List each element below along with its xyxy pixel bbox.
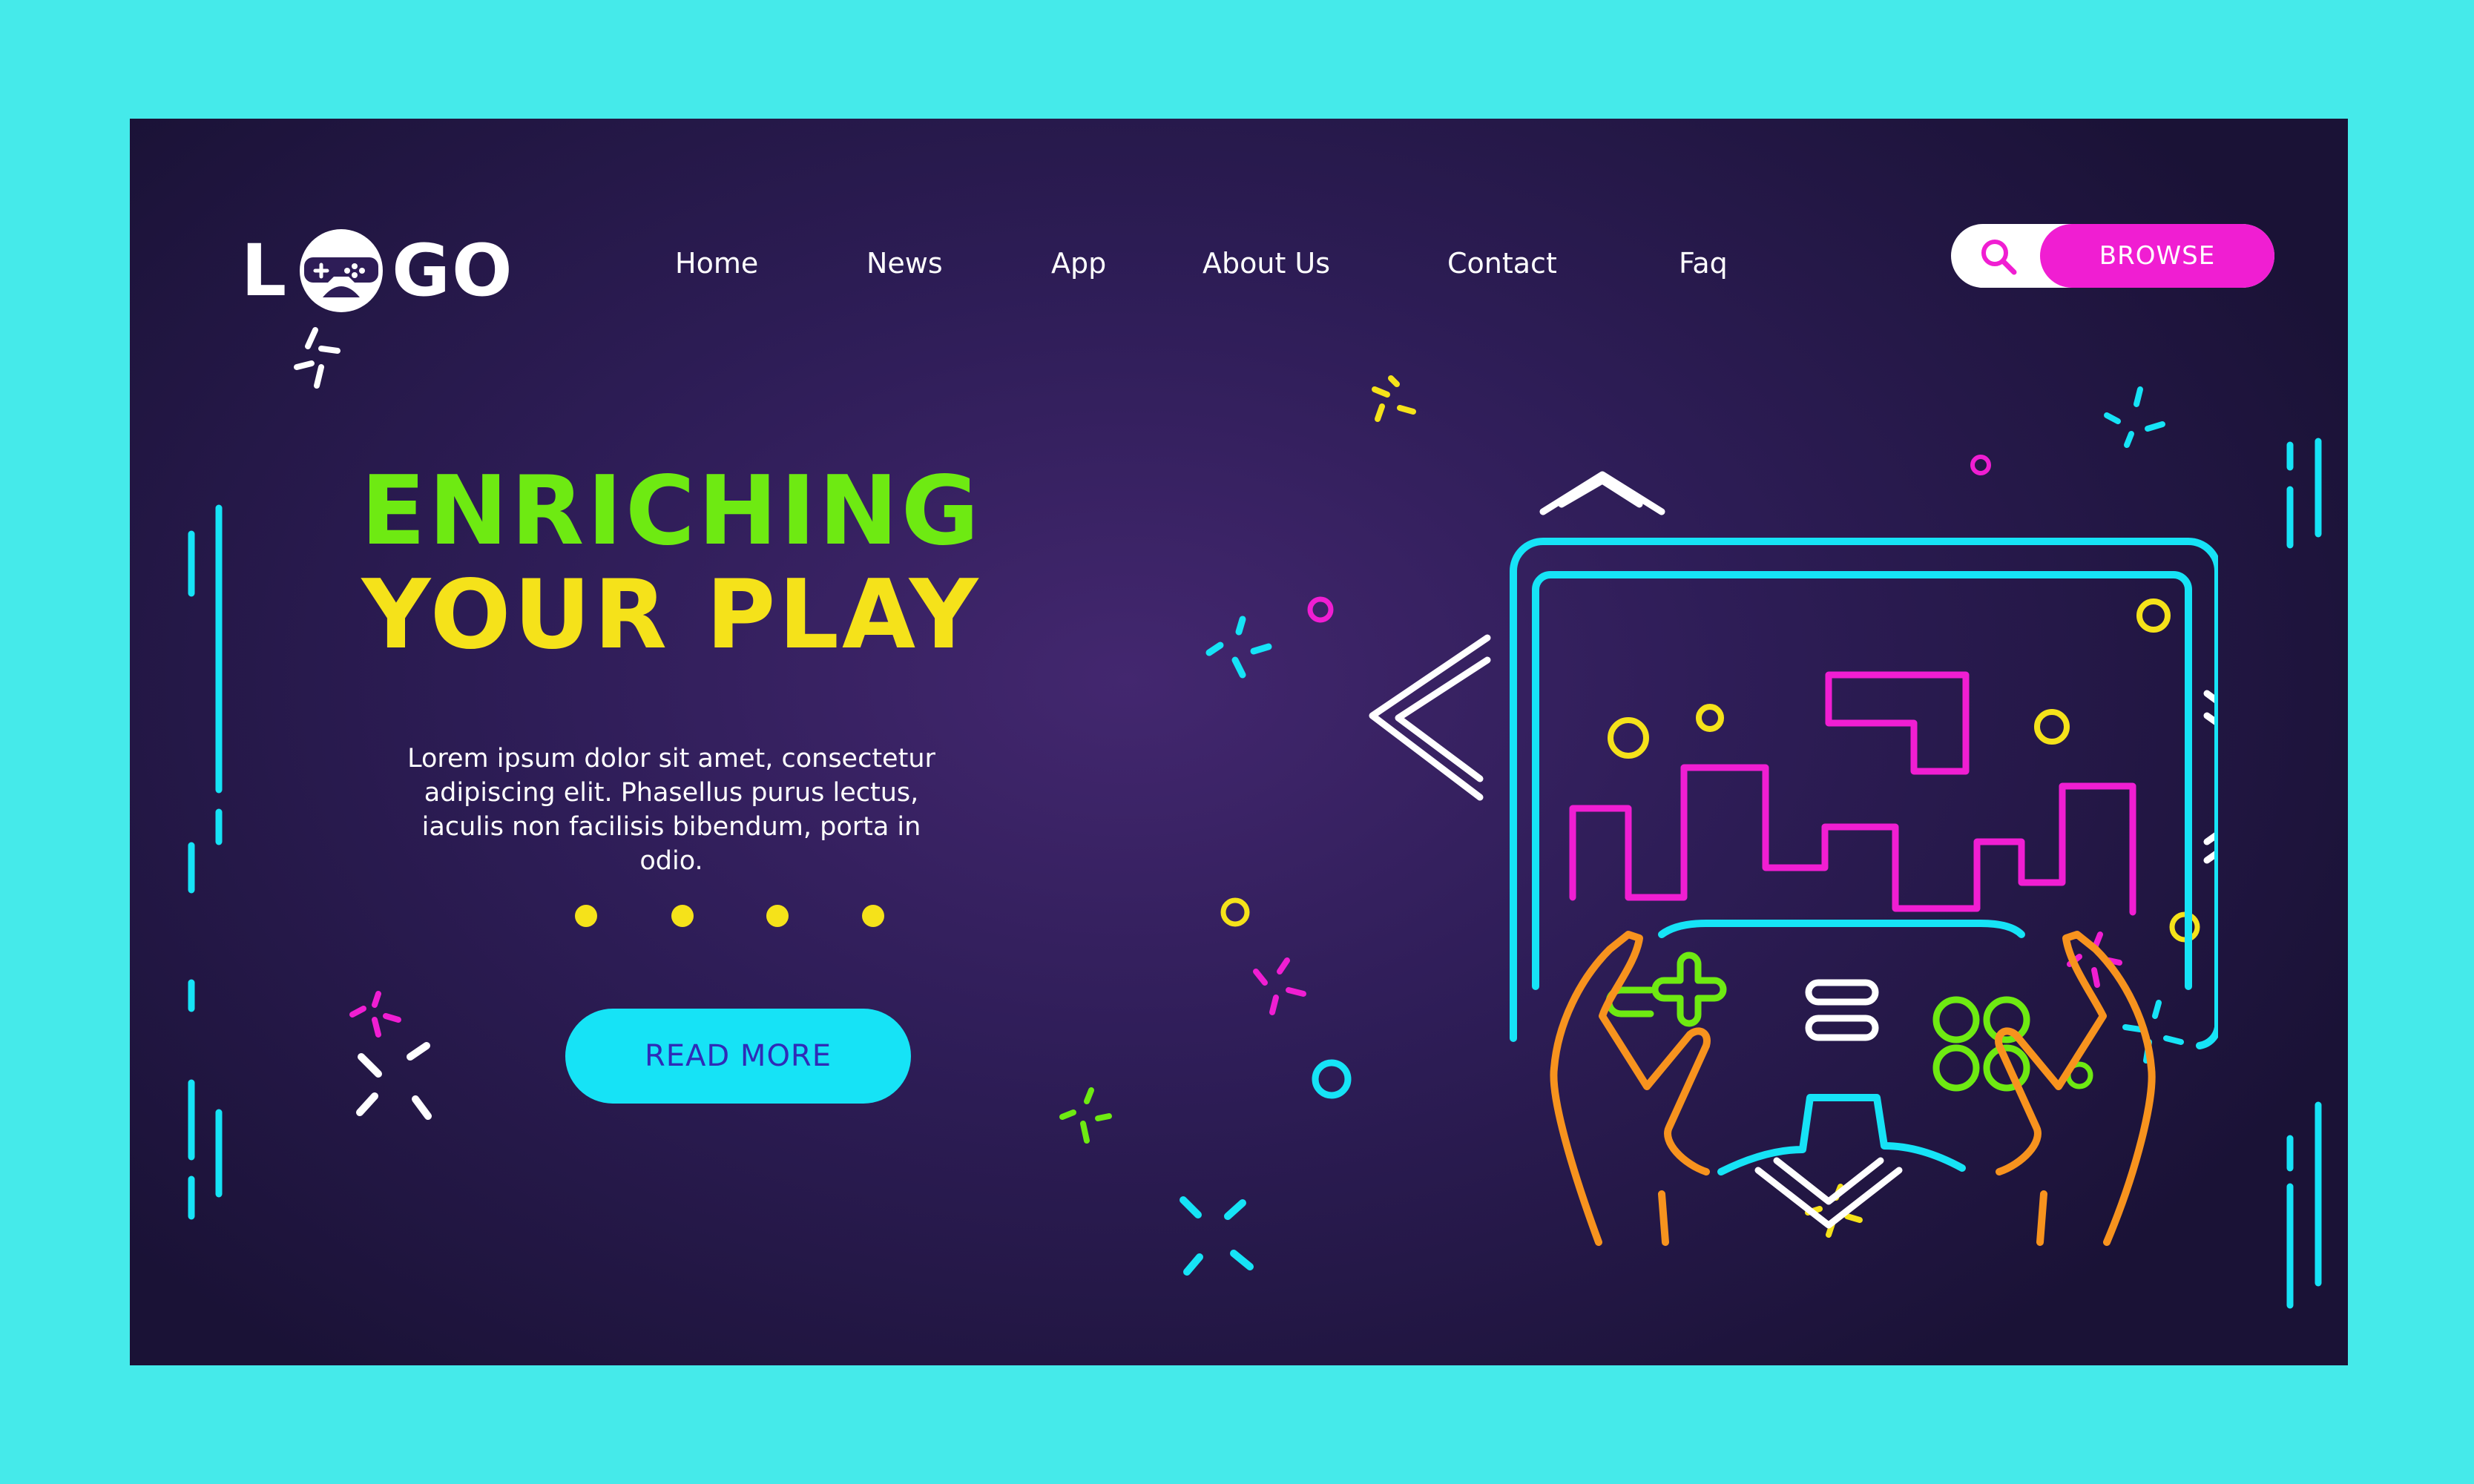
landing-page: L GO Home News App About Us Contact Faq … — [130, 119, 2348, 1365]
hero-title-line-1: ENRICHING — [361, 456, 982, 567]
logo[interactable]: L GO — [241, 222, 514, 319]
game-controller-tablet-illustration — [1369, 471, 2218, 1246]
sparkle-white-1 — [294, 327, 340, 389]
right-deco-lines — [2286, 438, 2322, 1309]
nav-about-us[interactable]: About Us — [1203, 237, 1330, 289]
sparkle-white-2 — [356, 1042, 432, 1120]
carousel-dots — [575, 905, 886, 934]
gamepad-logo-icon — [300, 229, 384, 312]
nav-contact[interactable]: Contact — [1447, 237, 1557, 289]
game-coins — [1608, 704, 2070, 759]
left-deco-lines — [188, 504, 223, 1220]
hero-title-line-2: YOUR PLAY — [361, 560, 981, 670]
nav-news[interactable]: News — [866, 237, 943, 289]
logo-text-right: GO — [392, 229, 514, 312]
nav-app[interactable]: App — [1051, 237, 1106, 289]
search-bar[interactable]: BROWSE — [1951, 224, 2274, 288]
chevron-down-icon — [1754, 1157, 1903, 1229]
carousel-dot[interactable] — [766, 905, 789, 927]
carousel-dot[interactable] — [575, 905, 597, 927]
nav-home[interactable]: Home — [675, 237, 758, 289]
chevron-left-icon — [1369, 634, 1491, 801]
carousel-dot[interactable] — [862, 905, 884, 927]
nav-faq[interactable]: Faq — [1679, 237, 1728, 289]
sparkle-magenta-1 — [349, 991, 401, 1038]
read-more-button[interactable]: READ MORE — [565, 1009, 911, 1104]
sparkle-yellow-1 — [1372, 375, 1416, 422]
sparkle-green-1 — [1059, 1087, 1112, 1144]
chevron-up-icon — [1539, 471, 1665, 515]
browse-button[interactable]: BROWSE — [2040, 224, 2274, 288]
carousel-dot[interactable] — [671, 905, 694, 927]
hero-description: Lorem ipsum dolor sit amet, consectetur … — [407, 744, 935, 876]
search-icon[interactable] — [1979, 237, 2018, 276]
logo-text-left: L — [241, 229, 289, 312]
controller-menu-buttons — [1805, 979, 1879, 1041]
